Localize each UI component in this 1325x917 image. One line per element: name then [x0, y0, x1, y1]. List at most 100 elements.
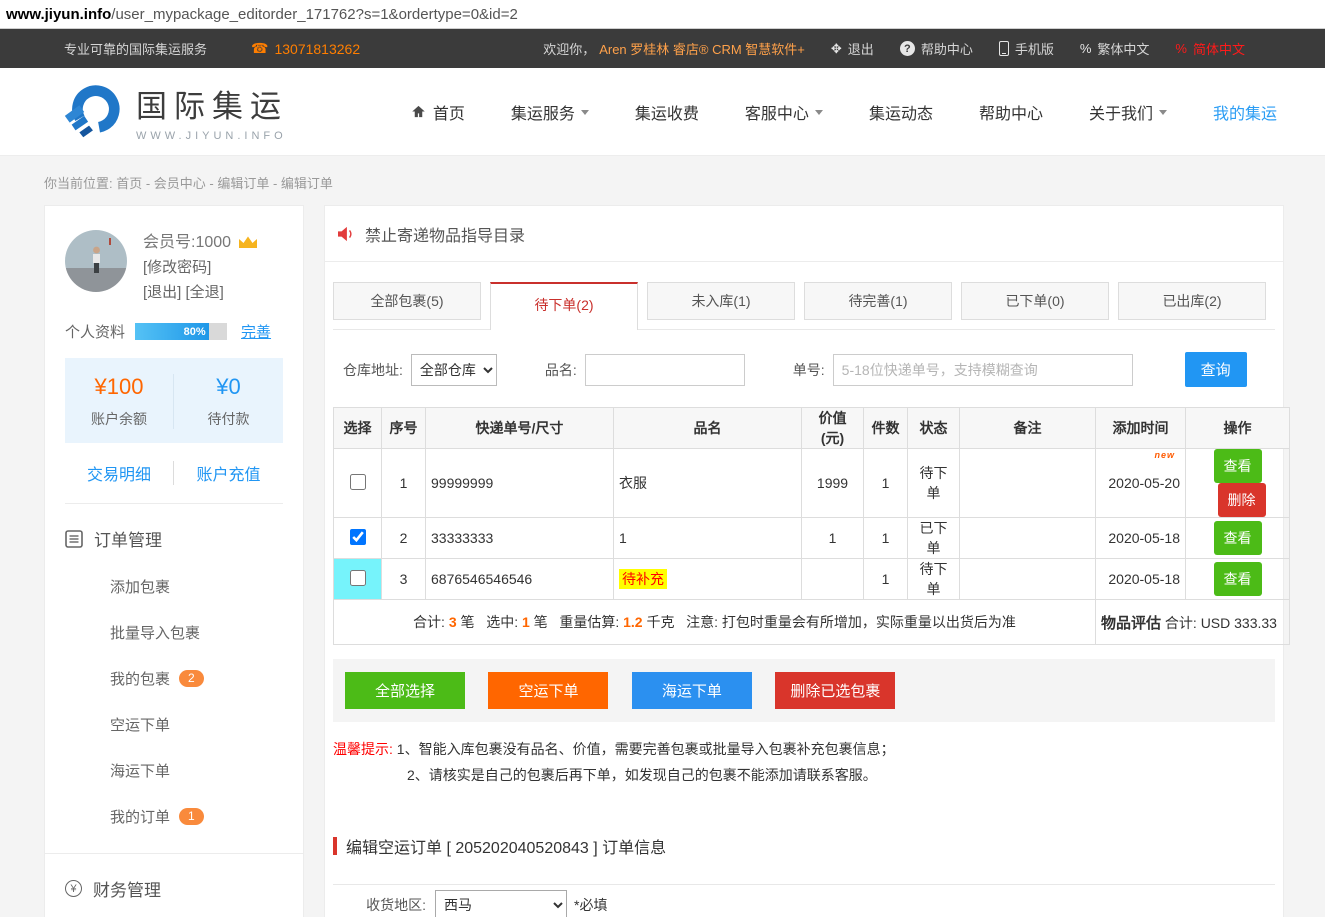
nav-about[interactable]: 关于我们 — [1089, 100, 1167, 124]
row-tracking: 99999999 — [426, 449, 614, 518]
mobile-label: 手机版 — [1015, 39, 1054, 58]
selected-count: 1 — [522, 614, 530, 630]
help-center-link[interactable]: ?帮助中心 — [900, 39, 973, 58]
row-remark — [960, 559, 1096, 600]
col-tracking: 快递单号/尺寸 — [426, 408, 614, 449]
menu-label: 空运下单 — [110, 714, 170, 735]
list-icon — [65, 530, 83, 548]
wallet-pending: ¥0 待付款 — [174, 374, 283, 429]
logout-all-link[interactable]: [全退] — [186, 284, 224, 301]
pending-label: 待付款 — [174, 409, 283, 429]
nav-my-jiyun[interactable]: 我的集运 — [1213, 100, 1277, 124]
sea-order-button[interactable]: 海运下单 — [632, 672, 752, 709]
select-all-button[interactable]: 全部选择 — [345, 672, 465, 709]
nav-fees[interactable]: 集运收费 — [635, 100, 699, 124]
notice-bar[interactable]: 禁止寄递物品指导目录 — [325, 206, 1283, 262]
row-remark — [960, 449, 1096, 518]
browser-url-bar[interactable]: www.jiyun.info/user_mypackage_editorder_… — [0, 0, 1325, 29]
delete-button[interactable]: 删除 — [1218, 483, 1266, 517]
mobile-icon — [999, 41, 1009, 56]
tab-shipped[interactable]: 已出库(2) — [1118, 282, 1266, 320]
tips-block: 温馨提示: 1、智能入库包裹没有品名、价值，需要完善包裹或批量导入包裹补充包裹信… — [333, 736, 1275, 788]
tips-line1: 温馨提示: 1、智能入库包裹没有品名、价值，需要完善包裹或批量导入包裹补充包裹信… — [333, 736, 1275, 762]
change-password-link[interactable]: [修改密码] — [143, 255, 259, 280]
logo-mark-icon — [60, 81, 122, 143]
simplified-label: 简体中文 — [1193, 39, 1245, 58]
row-tracking: 33333333 — [426, 518, 614, 559]
transactions-link[interactable]: 交易明细 — [65, 461, 174, 485]
nav-home[interactable]: 首页 — [411, 100, 465, 124]
profile-progress-row: 个人资料 80% 完善 — [65, 321, 283, 342]
nav-help[interactable]: 帮助中心 — [979, 100, 1043, 124]
nav-about-label: 关于我们 — [1089, 100, 1153, 124]
sidebar-item-batch-import[interactable]: 批量导入包裹 — [65, 622, 283, 643]
search-button[interactable]: 查询 — [1185, 352, 1247, 387]
notice-text: 禁止寄递物品指导目录 — [365, 222, 525, 246]
nav-support[interactable]: 客服中心 — [745, 100, 823, 124]
welcome-text: 欢迎你，Aren 罗桂林 睿店® CRM 智慧软件+ — [543, 39, 805, 58]
row-product-name: 衣服 — [614, 449, 802, 518]
row-actions: 查看删除 — [1186, 449, 1290, 518]
tab-ordered[interactable]: 已下单(0) — [961, 282, 1109, 320]
row-product-name: 待补充 — [614, 559, 802, 600]
row-qty: 1 — [864, 559, 908, 600]
col-name: 品名 — [614, 408, 802, 449]
recharge-link[interactable]: 账户充值 — [174, 461, 283, 485]
warehouse-select[interactable]: 全部仓库 — [411, 354, 497, 386]
tab-to-complete[interactable]: 待完善(1) — [804, 282, 952, 320]
nav-news[interactable]: 集运动态 — [869, 100, 933, 124]
package-tabs: 全部包裹(5) 待下单(2) 未入库(1) 待完善(1) 已下单(0) 已出库(… — [333, 282, 1275, 330]
row-checkbox[interactable] — [350, 570, 366, 586]
table-row: 2 33333333 1 1 1 已下单 2020-05-18 查看 — [334, 518, 1290, 559]
sidebar-item-add-package[interactable]: 添加包裹 — [65, 576, 283, 597]
view-button[interactable]: 查看 — [1214, 449, 1262, 483]
nav-services[interactable]: 集运服务 — [511, 100, 589, 124]
traditional-chinese-link[interactable]: %繁体中文 — [1080, 39, 1150, 58]
logo-subtitle: WWW.JIYUN.INFO — [136, 130, 288, 142]
topbar-left: 专业可靠的国际集运服务 ☎ 13071813262 — [64, 39, 360, 58]
avatar[interactable] — [65, 230, 127, 292]
complete-profile-link[interactable]: 完善 — [241, 321, 271, 342]
product-name-input[interactable] — [585, 354, 745, 386]
top-utility-bar: 专业可靠的国际集运服务 ☎ 13071813262 欢迎你，Aren 罗桂林 睿… — [0, 29, 1325, 68]
speaker-icon — [337, 226, 355, 242]
region-select[interactable]: 西马 — [435, 890, 567, 917]
logout-link[interactable]: ✥退出 — [831, 39, 874, 58]
exit-icon: ✥ — [831, 41, 842, 57]
row-value: 1999 — [802, 449, 864, 518]
row-checkbox[interactable] — [350, 529, 366, 545]
view-button[interactable]: 查看 — [1214, 562, 1262, 596]
tab-pending-order[interactable]: 待下单(2) — [490, 282, 638, 330]
row-status: 已下单 — [908, 518, 960, 559]
sidebar-item-sea-order[interactable]: 海运下单 — [65, 760, 283, 781]
order-form: 收货地区: 西马 *必填 收件人: *必填 【从我的收货地址选择】 >> 【添加… — [333, 884, 1275, 917]
sidebar: 会员号: 1000 [修改密码] [退出] [全退] 个人资料 80% — [44, 205, 304, 917]
row-actions: 查看 — [1186, 518, 1290, 559]
view-button[interactable]: 查看 — [1214, 521, 1262, 555]
row-date: 2020-05-18 — [1096, 559, 1186, 600]
tracking-number-input[interactable] — [833, 354, 1133, 386]
tab-not-in-warehouse[interactable]: 未入库(1) — [647, 282, 795, 320]
col-select: 选择 — [334, 408, 382, 449]
menu-label: 我的订单 — [110, 806, 170, 827]
mobile-version-link[interactable]: 手机版 — [999, 39, 1054, 58]
sidebar-item-air-order[interactable]: 空运下单 — [65, 714, 283, 735]
table-row: 3 6876546546546 待补充 1 待下单 2020-05-18 查看 — [334, 559, 1290, 600]
count-badge: 2 — [179, 670, 204, 687]
site-logo[interactable]: 国际集运 WWW.JIYUN.INFO — [60, 81, 288, 143]
delete-selected-button[interactable]: 删除已选包裹 — [775, 672, 895, 709]
evaluation-label: 物品评估 — [1101, 615, 1161, 632]
sidebar-item-my-orders[interactable]: 我的订单1 — [65, 806, 283, 827]
sidebar-item-my-packages[interactable]: 我的包裹2 — [65, 668, 283, 689]
phone-icon: ☎ — [251, 40, 268, 57]
welcome-prefix: 欢迎你， — [543, 39, 595, 58]
logout-link[interactable]: [退出] — [143, 284, 181, 301]
simplified-chinese-link[interactable]: %简体中文 — [1175, 39, 1245, 58]
col-date: 添加时间 — [1096, 408, 1186, 449]
profile-progress-fill: 80% — [135, 323, 209, 340]
tab-all-packages[interactable]: 全部包裹(5) — [333, 282, 481, 320]
tips-line2: 2、请核实是自己的包裹后再下单，如发现自己的包裹不能添加请联系客服。 — [333, 762, 1275, 788]
profile-progress-percent: 80% — [184, 326, 209, 338]
row-checkbox[interactable] — [350, 474, 366, 490]
air-order-button[interactable]: 空运下单 — [488, 672, 608, 709]
